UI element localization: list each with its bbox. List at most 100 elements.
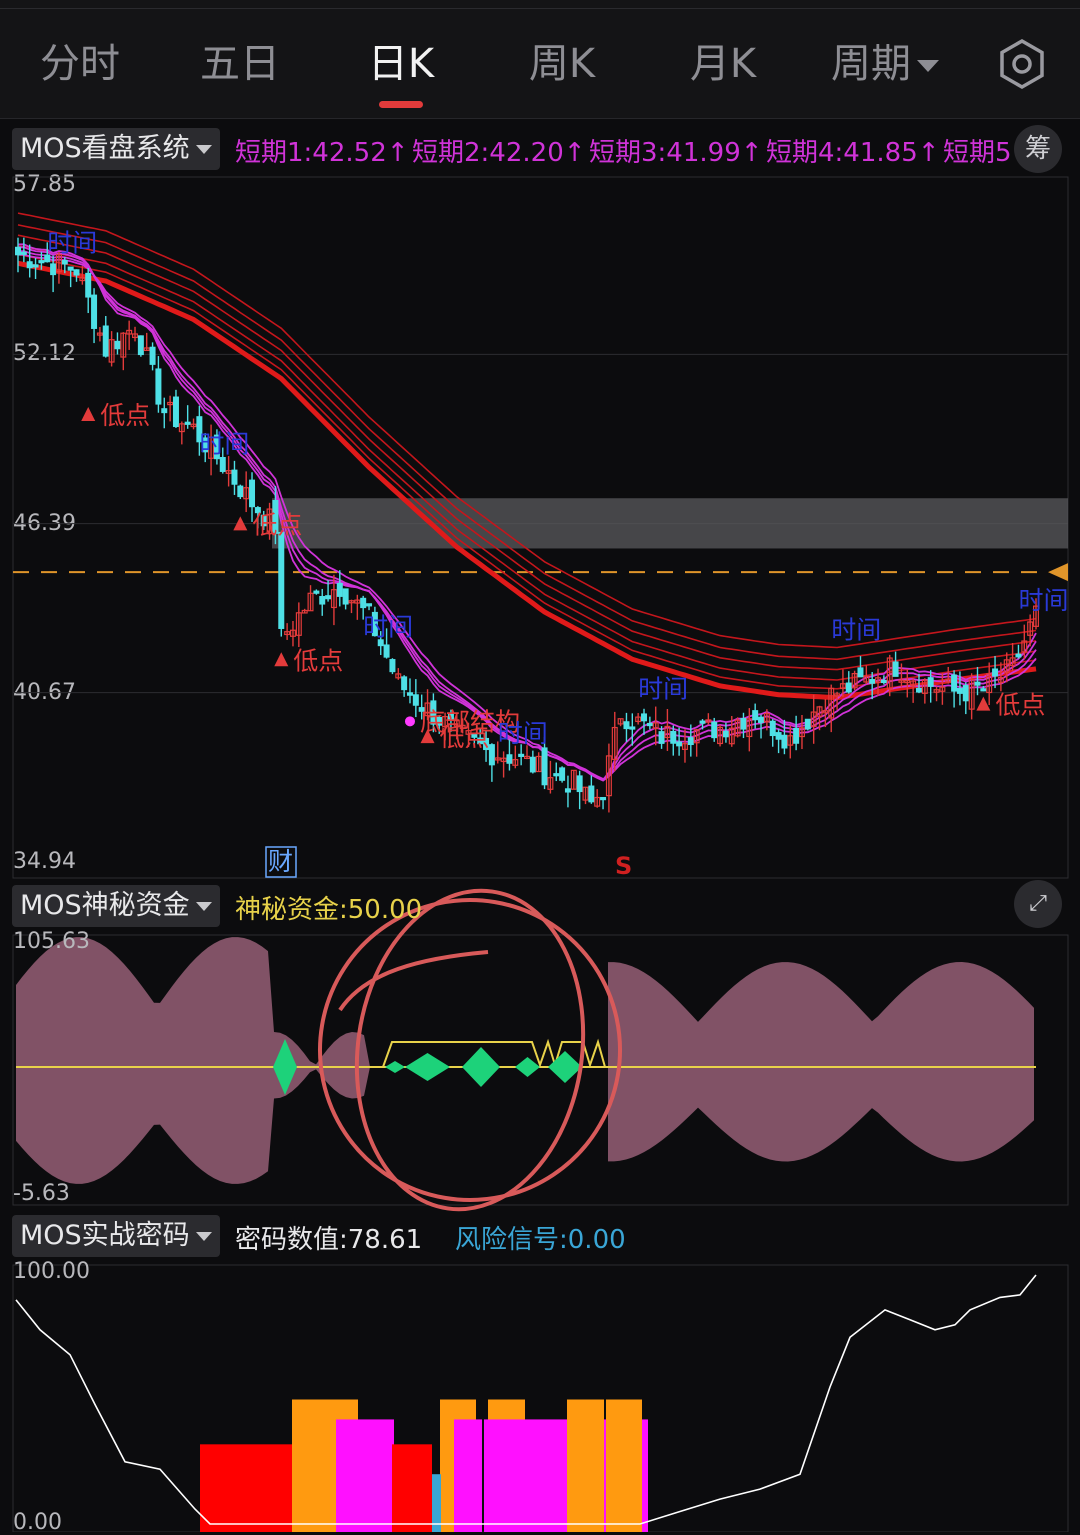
- code-indicator-selector[interactable]: MOS实战密码: [12, 1215, 220, 1257]
- candle-body: [892, 661, 899, 677]
- candle-body: [155, 368, 162, 405]
- marker-low: 低点: [100, 401, 150, 430]
- candle-body: [137, 335, 144, 356]
- candle-body: [32, 264, 39, 268]
- struct-marker-dot: [404, 716, 415, 727]
- candle-body: [629, 726, 636, 730]
- candle-body: [161, 408, 168, 414]
- resistance-zone: [272, 498, 1068, 549]
- candle-body: [149, 346, 156, 365]
- candle-body: [588, 785, 595, 803]
- candle-body: [845, 682, 852, 693]
- candle-body: [992, 668, 999, 677]
- candle-body: [623, 721, 630, 730]
- candle-body: [219, 457, 226, 472]
- marker-time: 时间: [831, 616, 881, 645]
- candle-body: [857, 667, 864, 678]
- marker-time: 时间: [638, 675, 688, 704]
- candle-body: [541, 747, 548, 786]
- candle-body: [722, 730, 729, 738]
- candle-body: [915, 687, 922, 693]
- candle-body: [769, 720, 776, 737]
- chart-canvas[interactable]: 低点低点低点低点低点底部结构时间时间时间时间时间时间时间财 S: [0, 0, 1080, 1532]
- candle-body: [412, 694, 419, 706]
- candle-body: [956, 688, 963, 694]
- code-value: 密码数值:78.61: [235, 1225, 423, 1255]
- marker-time: 时间: [498, 719, 548, 748]
- candle-body: [974, 681, 981, 686]
- candle-body: [951, 674, 958, 692]
- candle-body: [172, 396, 179, 428]
- candle-body: [401, 676, 408, 691]
- candle-body: [319, 596, 326, 605]
- candle-body: [518, 753, 525, 757]
- marker-low: 低点: [995, 691, 1045, 720]
- reference-arrow: [1048, 563, 1068, 582]
- candle-body: [488, 744, 495, 766]
- money-y-bottom: -5.63: [13, 1181, 70, 1206]
- marker-time: 时间: [363, 613, 413, 642]
- code-bar: [606, 1399, 642, 1532]
- code-bar: [567, 1399, 604, 1532]
- finance-tag[interactable]: 财: [268, 847, 293, 876]
- candle-body: [325, 595, 332, 600]
- candle-body: [38, 260, 45, 264]
- marker-low: 低点: [252, 510, 302, 539]
- candle-body: [880, 679, 887, 684]
- candle-body: [553, 773, 560, 777]
- candle-body: [564, 788, 571, 793]
- money-indicator-selector[interactable]: MOS神秘资金: [12, 885, 220, 927]
- low-marker-triangle: [976, 696, 991, 711]
- candle-body: [506, 754, 513, 764]
- code-y-bottom: 0.00: [13, 1510, 62, 1535]
- candle-body: [360, 597, 367, 609]
- candle-body: [336, 582, 343, 597]
- candle-body: [927, 677, 934, 687]
- candle-body: [670, 731, 677, 744]
- money-green-marker: [462, 1047, 500, 1087]
- expand-icon[interactable]: ⤢: [1014, 880, 1062, 928]
- money-indicator-name: MOS神秘资金: [20, 890, 190, 921]
- candle-body: [366, 603, 373, 607]
- candle-body: [658, 731, 665, 744]
- candle-body: [869, 679, 876, 684]
- long-ma-main: [17, 260, 1037, 701]
- money-green-marker: [515, 1057, 540, 1077]
- low-marker-triangle: [81, 407, 96, 422]
- candle-body: [278, 531, 285, 629]
- marker-time: 时间: [199, 429, 249, 458]
- candle-body: [699, 720, 706, 724]
- candle-body: [184, 421, 191, 425]
- candle-body: [600, 797, 607, 801]
- risk-signal: 风险信号:0.00: [455, 1225, 626, 1255]
- candle-body: [50, 263, 57, 276]
- low-marker-triangle: [274, 652, 289, 667]
- candle-body: [342, 588, 349, 605]
- long-ma-line: [17, 253, 1037, 690]
- candle-body: [781, 734, 788, 749]
- candle-body: [313, 590, 320, 594]
- candle-body: [641, 713, 648, 722]
- long-ma-line: [17, 224, 1037, 661]
- code-y-top: 100.00: [13, 1259, 90, 1284]
- candle-body: [980, 688, 987, 692]
- candle-body: [102, 325, 109, 357]
- code-bar: [454, 1419, 482, 1532]
- candle-body: [26, 261, 33, 269]
- money-green-marker: [385, 1061, 405, 1073]
- candle-body: [237, 485, 244, 498]
- candle-body: [249, 479, 256, 508]
- candle-body: [775, 732, 782, 740]
- candle-body: [85, 272, 92, 298]
- candle-body: [804, 718, 811, 730]
- dropdown-icon: [195, 1232, 212, 1241]
- long-ma-line: [17, 212, 1037, 649]
- candle-body: [559, 767, 566, 781]
- candle-body: [91, 294, 98, 329]
- marker-time: 时间: [47, 228, 97, 257]
- candle-body: [406, 692, 413, 696]
- candle-body: [962, 685, 969, 702]
- code-bar: [336, 1419, 394, 1532]
- money-green-marker: [405, 1053, 450, 1081]
- candle-body: [752, 710, 759, 721]
